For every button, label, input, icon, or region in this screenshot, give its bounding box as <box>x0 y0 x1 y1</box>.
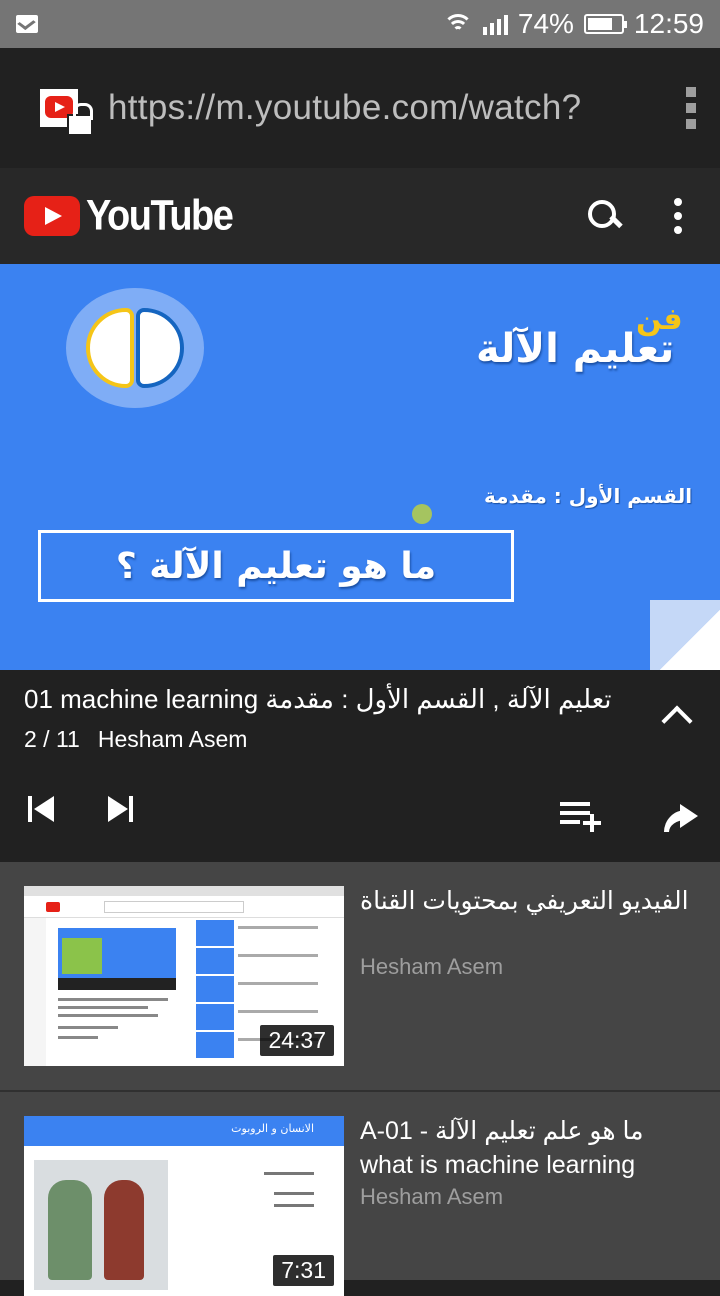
video-thumbnail: 24:37 <box>24 886 344 1066</box>
next-icon[interactable] <box>108 796 134 822</box>
wifi-icon <box>442 12 473 36</box>
playlist-item-title: الفيديو التعريفي بمحتويات القناة <box>360 887 689 915</box>
playlist-item-channel: Hesham Asem <box>360 1184 504 1209</box>
video-player[interactable]: فن تعليم الآلة القسم الأول : مقدمة ما هو… <box>0 264 720 670</box>
lock-icon <box>67 103 93 136</box>
youtube-wordmark: YouTube <box>86 191 234 239</box>
playlist-meta: 2 / 11 Hesham Asem <box>24 726 247 753</box>
collapse-chevron-icon[interactable] <box>661 705 693 737</box>
cursor-dot <box>412 504 432 524</box>
brain-icon <box>86 308 184 388</box>
mail-icon <box>16 15 38 33</box>
playlist-item[interactable]: الانسان و الروبوت 7:31 A-01 - ما هو علم … <box>0 1090 720 1296</box>
more-options-icon[interactable] <box>674 198 682 234</box>
previous-icon[interactable] <box>28 796 54 822</box>
battery-percent: 74% <box>517 8 574 39</box>
status-right: 74% 12:59 <box>442 8 704 40</box>
playlist-info-panel: 01 machine learning تعليم الآلة , القسم … <box>0 670 720 862</box>
playlist-item-channel: Hesham Asem <box>360 954 504 979</box>
video-title: 01 machine learning تعليم الآلة , القسم … <box>24 684 612 714</box>
playlist-item-title: A-01 - ما هو علم تعليم الآلة what is mac… <box>360 1117 644 1179</box>
battery-icon <box>583 14 627 34</box>
add-to-playlist-icon[interactable] <box>560 802 602 832</box>
site-favicon <box>40 89 93 136</box>
thumb-section: القسم الأول : مقدمة <box>484 484 693 508</box>
channel-name: Hesham Asem <box>97 726 248 752</box>
thumb-question: ما هو تعليم الآلة ؟ <box>38 530 514 602</box>
clock: 12:59 <box>633 8 704 39</box>
playlist-position: 2 / 11 <box>24 726 80 752</box>
browser-menu-icon[interactable] <box>686 87 696 129</box>
video-duration: 7:31 <box>273 1255 334 1286</box>
search-icon[interactable] <box>586 198 622 234</box>
thumb-heading: الانسان و الروبوت <box>231 1122 314 1135</box>
page-curl <box>650 600 720 670</box>
signal-icon <box>482 13 508 35</box>
status-bar: 74% 12:59 <box>0 0 720 48</box>
video-duration: 24:37 <box>260 1025 334 1056</box>
video-thumbnail: الانسان و الروبوت 7:31 <box>24 1116 344 1296</box>
playlist-item[interactable]: 24:37 الفيديو التعريفي بمحتويات القناة H… <box>0 862 720 1090</box>
share-icon[interactable] <box>662 804 698 832</box>
url-field[interactable]: https://m.youtube.com/watch? <box>108 88 581 128</box>
thumb-title: تعليم الآلة <box>476 326 675 372</box>
youtube-header: YouTube <box>0 168 720 264</box>
youtube-play-icon <box>24 196 80 236</box>
browser-url-bar: https://m.youtube.com/watch? <box>0 48 720 168</box>
youtube-logo[interactable]: YouTube <box>24 191 234 239</box>
